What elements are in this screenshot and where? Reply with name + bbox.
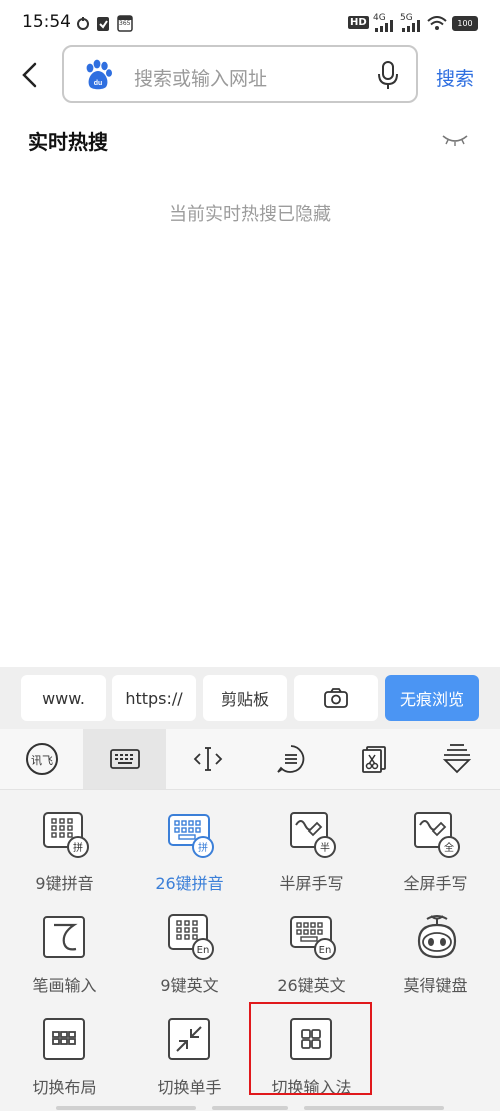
battery-icon: 100 [452, 16, 478, 31]
mode-label: 切换单手 [157, 1078, 222, 1097]
status-time: 15:54 [22, 12, 71, 32]
battery-level: 100 [457, 19, 473, 28]
toolbar-collapse[interactable] [415, 729, 498, 789]
toolbar-clipboard[interactable] [332, 729, 415, 789]
keyboard-icon [109, 749, 140, 769]
signal-4g-icon [375, 20, 393, 32]
calendar-badge: 365 [119, 20, 131, 27]
badge-en: En [197, 945, 210, 956]
mode-label: 全屏手写 [403, 874, 468, 893]
toolbar-logo[interactable]: 讯飞 [0, 729, 83, 789]
clipboard-scissors-icon [361, 746, 386, 773]
microphone-icon[interactable] [376, 60, 400, 90]
mode-26key-english[interactable]: En 26键英文 [249, 901, 374, 1001]
svg-text:讯飞: 讯飞 [31, 754, 53, 767]
mode-label: 26键英文 [277, 976, 346, 995]
signal-5g-icon [402, 20, 420, 32]
badge-pinyin: 拼 [73, 841, 83, 854]
badge-full: 全 [444, 841, 454, 854]
layout-grid-icon [43, 1018, 85, 1060]
toolbar-keyboard[interactable] [83, 729, 166, 789]
mode-label: 9键拼音 [35, 874, 94, 893]
shield-check-icon [97, 17, 109, 31]
switch-layout[interactable]: 切换布局 [2, 1003, 127, 1103]
shrink-arrows-icon [168, 1018, 210, 1060]
menu-icon [276, 745, 304, 773]
ime-toolbar: 讯飞 [0, 729, 500, 790]
mode-label: 半屏手写 [279, 874, 344, 893]
collapse-keyboard-icon [442, 744, 471, 774]
keyboard-pinyin-icon: 拼 [168, 814, 214, 858]
mode-stroke-input[interactable]: 笔画输入 [2, 901, 127, 1001]
wifi-icon [427, 16, 447, 30]
badge-half: 半 [320, 841, 330, 854]
mode-label: 莫得键盘 [403, 976, 468, 995]
eye-closed-icon[interactable] [440, 130, 470, 150]
mode-label: 9键英文 [160, 976, 219, 995]
scroll-indicator [56, 1106, 196, 1110]
quick-input-row: www. https:// 剪贴板 无痕浏览 [0, 667, 500, 729]
notification-icon [77, 17, 89, 30]
mode-half-handwriting[interactable]: 半 半屏手写 [249, 799, 374, 899]
search-placeholder[interactable]: 搜索或输入网址 [134, 64, 267, 91]
scroll-indicator [212, 1106, 288, 1110]
toolbar-menu[interactable] [249, 729, 332, 789]
quick-www-button[interactable]: www. [21, 675, 106, 721]
mode-label: 切换布局 [32, 1078, 97, 1097]
quick-https-button[interactable]: https:// [112, 675, 196, 721]
keypad-pinyin-icon: 拼 [43, 812, 89, 858]
handwriting-full-icon: 全 [414, 812, 460, 858]
search-box[interactable]: du 搜索或输入网址 [62, 45, 418, 103]
selection-highlight [249, 1002, 372, 1095]
mode-mode-keyboard[interactable]: 莫得键盘 [373, 901, 498, 1001]
svg-text:du: du [94, 80, 103, 87]
handwriting-half-icon: 半 [290, 812, 336, 858]
search-button[interactable]: 搜索 [436, 64, 474, 91]
hd-indicator: HD [348, 16, 369, 29]
robot-face-icon [417, 915, 457, 959]
keyboard-english-icon: En [290, 916, 336, 960]
xunfei-logo-icon: 讯飞 [25, 743, 58, 775]
hot-search-title: 实时热搜 [28, 130, 108, 154]
mode-label: 笔画输入 [32, 976, 97, 995]
cursor-icon [193, 747, 222, 771]
mode-label: 26键拼音 [155, 874, 224, 893]
mode-9key-pinyin[interactable]: 拼 9键拼音 [2, 799, 127, 899]
incognito-browse-button[interactable]: 无痕浏览 [385, 675, 479, 721]
mode-full-handwriting[interactable]: 全 全屏手写 [373, 799, 498, 899]
hidden-message: 当前实时热搜已隐藏 [169, 204, 331, 225]
status-bar: 15:54 365 HD 4G 5G 100 [0, 0, 500, 46]
quick-clipboard-button[interactable]: 剪贴板 [203, 675, 287, 721]
baidu-paw-logo-icon: du [86, 59, 112, 90]
badge-en: En [319, 945, 332, 956]
stroke-icon [43, 916, 85, 958]
toolbar-cursor[interactable] [166, 729, 249, 789]
badge-pinyin: 拼 [198, 841, 208, 854]
camera-icon [324, 688, 348, 708]
scroll-indicator [304, 1106, 444, 1110]
keypad-english-icon: En [168, 914, 214, 960]
mode-9key-english[interactable]: En 9键英文 [127, 901, 252, 1001]
back-arrow-icon[interactable] [16, 60, 46, 90]
quick-camera-button[interactable] [294, 675, 378, 721]
switch-one-hand[interactable]: 切换单手 [127, 1003, 252, 1103]
mode-26key-pinyin[interactable]: 拼 26键拼音 [127, 799, 252, 899]
